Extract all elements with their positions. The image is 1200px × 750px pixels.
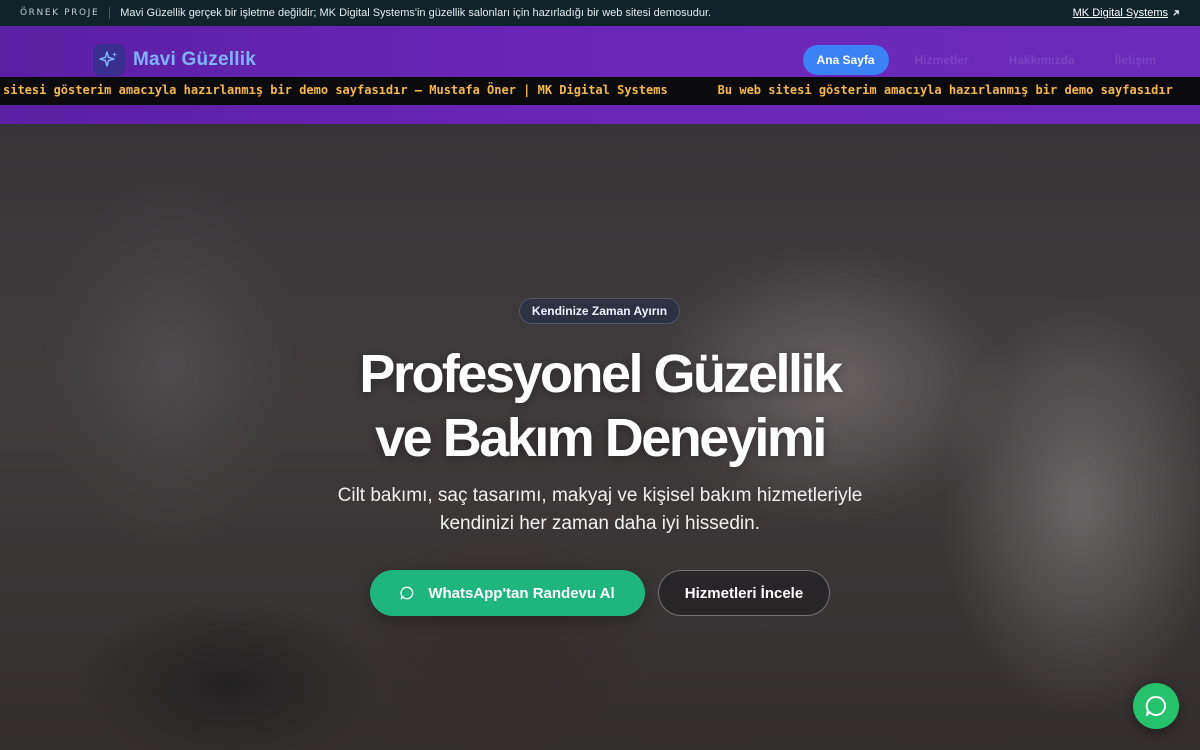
sparkles-icon [93, 44, 125, 76]
whatsapp-chat-icon [1145, 695, 1167, 716]
demo-ticker: sitesi gösterim amacıyla hazırlanmış bir… [0, 77, 1200, 105]
site-header: Mavi Güzellik Ana Sayfa Hizmetler Hakkım… [0, 26, 1200, 124]
nav-item-home[interactable]: Ana Sayfa [802, 45, 889, 75]
demo-notice-bar: ÖRNEK PROJE Mavi Güzellik gerçek bir işl… [0, 0, 1200, 26]
nav-item-contact[interactable]: İletişim [1101, 45, 1170, 75]
hero-kicker-badge: Kendinize Zaman Ayırın [519, 298, 680, 324]
hero-title: Profesyonel Güzellik ve Bakım Deneyimi [200, 342, 1000, 470]
hero-title-line-1: Profesyonel Güzellik [359, 344, 843, 404]
hero-subtitle: Cilt bakımı, saç tasarımı, makyaj ve kiş… [250, 482, 950, 538]
whatsapp-appointment-label: WhatsApp'tan Randevu Al [428, 584, 615, 602]
whatsapp-floating-button[interactable] [1133, 683, 1179, 729]
nav-item-about[interactable]: Hakkımızda [995, 45, 1089, 75]
view-services-button[interactable]: Hizmetleri İncele [658, 570, 830, 616]
hero-subtitle-line-2: kendinizi her zaman daha iyi hissedin. [439, 513, 760, 534]
ticker-track: sitesi gösterim amacıyla hazırlanmış bir… [3, 83, 1173, 97]
hero-subtitle-line-1: Cilt bakımı, saç tasarımı, makyaj ve kiş… [337, 485, 863, 506]
nav-item-services[interactable]: Hizmetler [901, 45, 983, 75]
notice-tag: ÖRNEK PROJE [20, 8, 100, 18]
hero-title-line-2: ve Bakım Deneyimi [375, 408, 827, 468]
hero-section: Kendinize Zaman Ayırın Profesyonel Güzel… [0, 124, 1200, 750]
ticker-text-1: sitesi gösterim amacıyla hazırlanmış bir… [3, 83, 668, 97]
mk-digital-systems-link[interactable]: MK Digital Systems [1073, 7, 1180, 19]
whatsapp-appointment-button[interactable]: WhatsApp'tan Randevu Al [370, 570, 645, 616]
chat-bubble-icon [400, 586, 414, 600]
main-nav: Ana Sayfa Hizmetler Hakkımızda İletişim [802, 45, 1170, 75]
notice-divider [109, 7, 111, 19]
brand-name: Mavi Güzellik [133, 49, 256, 70]
notice-text: Mavi Güzellik gerçek bir işletme değildi… [120, 7, 712, 19]
external-link-icon [1173, 9, 1179, 16]
brand-logo[interactable]: Mavi Güzellik [93, 44, 256, 76]
notice-link-label: MK Digital Systems [1072, 7, 1168, 19]
ticker-text-2: Bu web sitesi gösterim amacıyla hazırlan… [717, 83, 1173, 97]
